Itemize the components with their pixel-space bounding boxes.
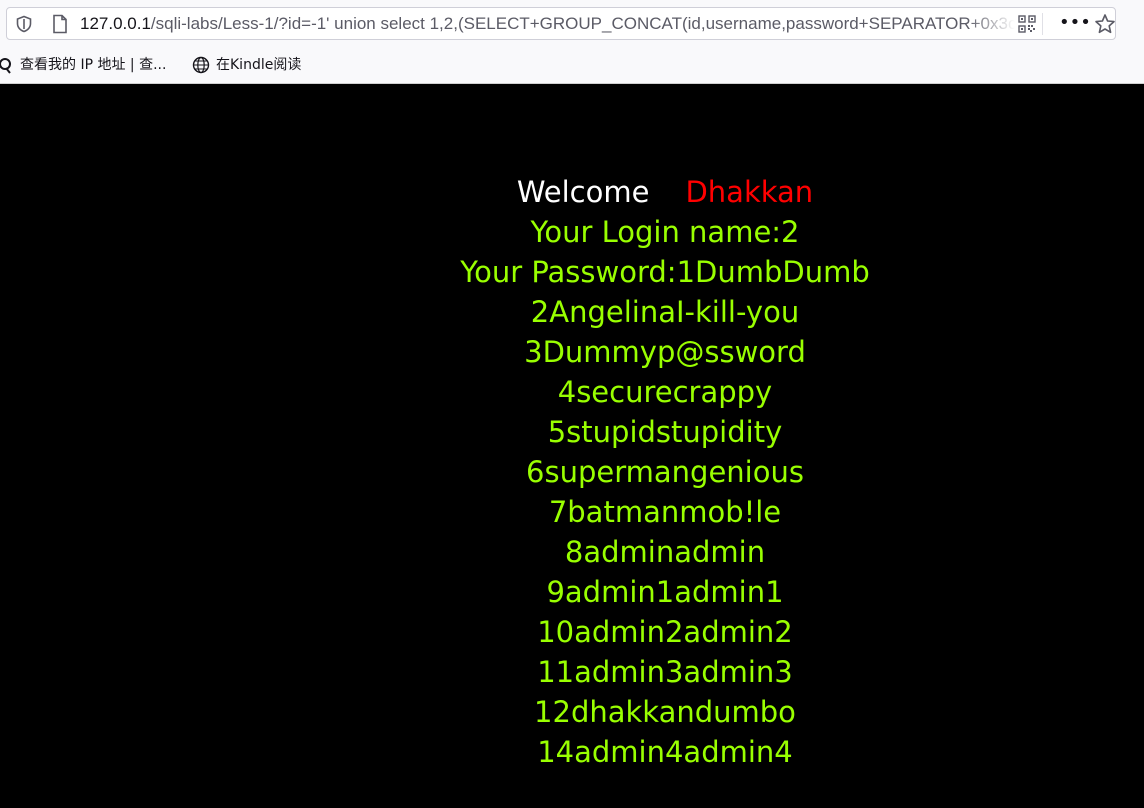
qr-code-icon[interactable]	[1018, 15, 1036, 33]
password-line: 2AngelinaI-kill-you	[530, 295, 800, 329]
shield-icon[interactable]	[15, 15, 33, 33]
page-content: Welcome Dhakkan Your Login name:2 Your Pa…	[0, 84, 1144, 808]
welcome-label: Welcome	[516, 175, 650, 209]
page-icon	[53, 14, 67, 34]
url-text[interactable]: 127.0.0.1/sqli-labs/Less-1/?id=-1' union…	[80, 13, 1015, 35]
welcome-line: Welcome Dhakkan	[330, 172, 1000, 212]
password-line: 11admin3admin3	[537, 655, 793, 689]
bookmark-label: 查看我的 IP 地址 | 查...	[20, 57, 167, 73]
password-line: 4securecrappy	[557, 375, 773, 409]
password-line: 7batmanmob!le	[548, 495, 782, 529]
url-separator	[1042, 13, 1043, 35]
password-line: 9admin1admin1	[546, 575, 784, 609]
result-panel: Welcome Dhakkan Your Login name:2 Your Pa…	[330, 172, 1000, 772]
browser-chrome: 127.0.0.1/sqli-labs/Less-1/?id=-1' union…	[0, 0, 1144, 84]
url-host: 127.0.0.1	[80, 14, 151, 33]
password-line: 10admin2admin2	[537, 615, 793, 649]
password-line: 6supermangenious	[526, 455, 804, 489]
address-bar[interactable]: 127.0.0.1/sqli-labs/Less-1/?id=-1' union…	[6, 7, 1116, 40]
password-line: 8adminadmin	[564, 535, 766, 569]
password-line: 12dhakkandumbo	[534, 695, 796, 729]
bookmark-label: 在Kindle阅读	[216, 57, 302, 73]
more-actions-icon[interactable]: •••	[1059, 12, 1091, 36]
password-line: 5stupidstupidity	[547, 415, 783, 449]
url-fade	[967, 10, 1015, 38]
password-line: 3Dummyp@ssword	[524, 335, 806, 369]
login-name-line: Your Login name:2	[530, 215, 800, 249]
user-name: Dhakkan	[685, 175, 814, 209]
url-path: /sqli-labs/Less-1/?id=-1' union select 1…	[150, 14, 1015, 33]
password-line: Your Password:1DumbDumb	[460, 255, 870, 289]
bookmark-star-icon[interactable]	[1094, 13, 1116, 35]
user-icon	[0, 58, 11, 74]
password-line: 14admin4admin4	[537, 735, 793, 769]
bookmark-ip-lookup[interactable]: 查看我的 IP 地址 | 查...	[0, 54, 166, 76]
bookmark-kindle[interactable]: 在Kindle阅读	[192, 54, 301, 76]
globe-icon	[192, 56, 210, 74]
bookmarks-toolbar: 查看我的 IP 地址 | 查... 在Kindle阅读	[0, 48, 1144, 82]
